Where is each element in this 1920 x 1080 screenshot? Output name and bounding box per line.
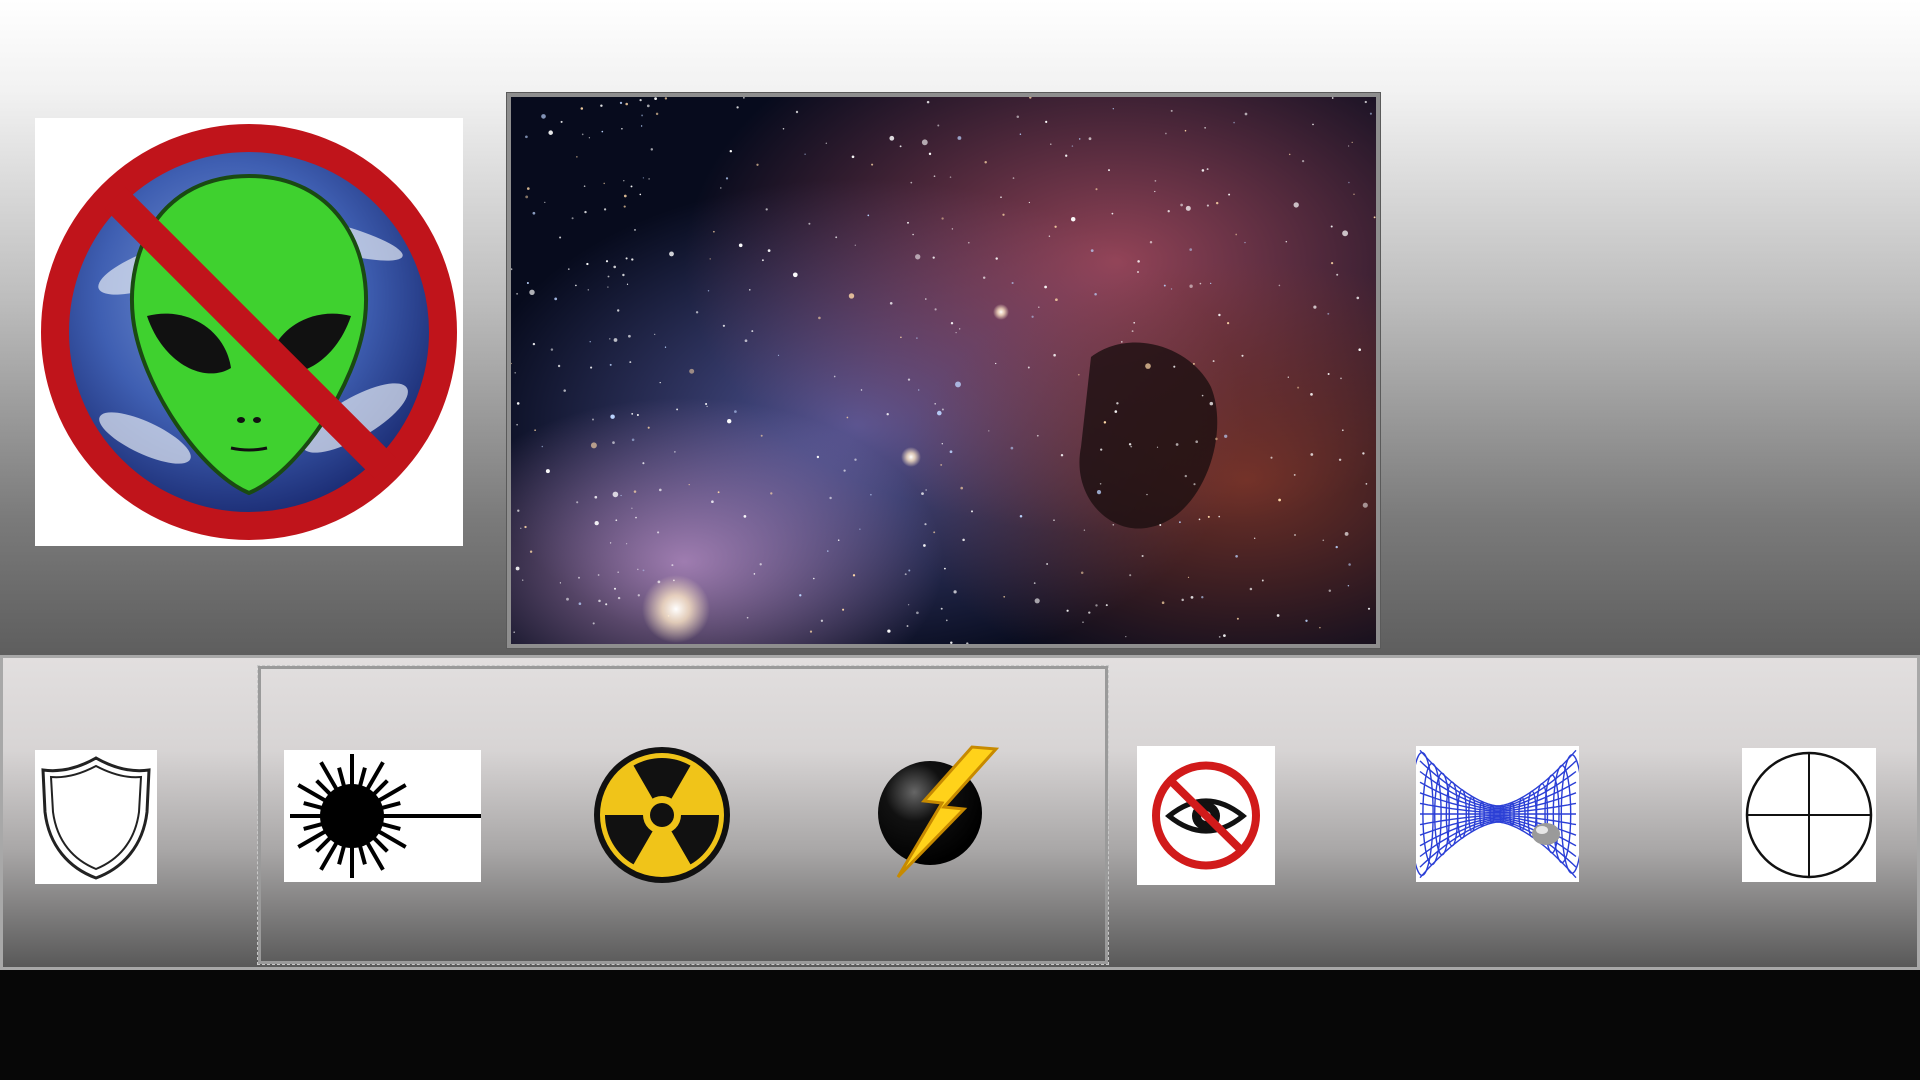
radiation-icon[interactable] (592, 745, 732, 885)
no-alien-icon (35, 118, 463, 546)
laser-icon[interactable] (284, 750, 481, 882)
no-eye-icon[interactable] (1137, 746, 1275, 885)
shield-icon[interactable] (35, 750, 157, 884)
footer-bar (0, 970, 1920, 1080)
lightning-icon[interactable] (872, 745, 1000, 880)
space-nebula-image (506, 92, 1381, 649)
wormhole-icon[interactable] (1416, 746, 1579, 882)
crosshair-icon[interactable] (1742, 748, 1876, 882)
